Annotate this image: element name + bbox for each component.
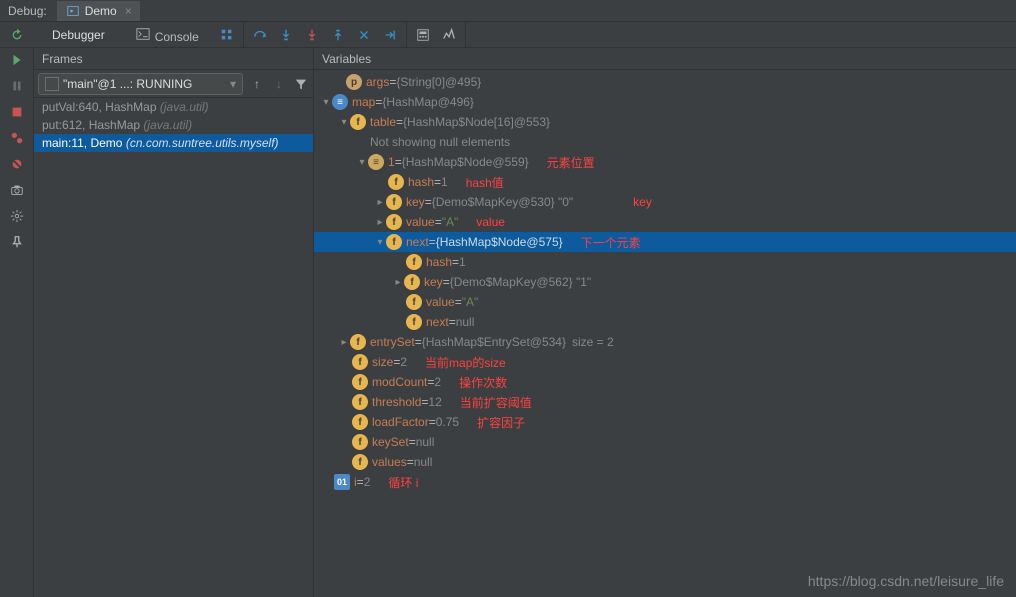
chevron-down-icon: ▾	[230, 77, 236, 91]
collapse-icon[interactable]: ▾	[338, 117, 350, 128]
resume-icon[interactable]	[9, 52, 25, 68]
var-row[interactable]: pargs = {String[0]@495}	[314, 72, 1016, 92]
filter-icon[interactable]	[293, 76, 309, 92]
annotation: 下一个元素	[581, 234, 641, 251]
frame-list: putVal:640, HashMap (java.util) put:612,…	[34, 98, 313, 597]
var-row[interactable]: ▾≡map = {HashMap@496}	[314, 92, 1016, 112]
expand-icon[interactable]: ▸	[374, 197, 386, 208]
expand-icon[interactable]: ▸	[392, 277, 404, 288]
collapse-icon[interactable]: ▾	[374, 237, 386, 248]
pin-icon[interactable]	[9, 234, 25, 250]
debugger-tab[interactable]: Debugger	[42, 24, 115, 46]
frame-item[interactable]: putVal:640, HashMap (java.util)	[34, 98, 313, 116]
step-over-icon[interactable]	[252, 27, 268, 43]
var-row[interactable]: fkeySet = null	[314, 432, 1016, 452]
watermark: https://blog.csdn.net/leisure_life	[808, 573, 1004, 589]
debug-side-toolbar	[0, 48, 34, 597]
var-row[interactable]: ▸fvalue = "A"value	[314, 212, 1016, 232]
var-row[interactable]: fhash = 1	[314, 252, 1016, 272]
variables-tree: pargs = {String[0]@495} ▾≡map = {HashMap…	[314, 70, 1016, 597]
var-row[interactable]: fvalue = "A"	[314, 292, 1016, 312]
debug-toolbar: Debugger Console	[0, 22, 1016, 48]
force-step-into-icon[interactable]	[304, 27, 320, 43]
annotation: 当前扩容阈值	[460, 394, 532, 411]
var-row[interactable]: fvalues = null	[314, 452, 1016, 472]
variables-header: Variables	[314, 48, 1016, 70]
stop-icon[interactable]	[9, 104, 25, 120]
step-out-icon[interactable]	[330, 27, 346, 43]
var-row[interactable]: fmodCount = 2操作次数	[314, 372, 1016, 392]
next-frame-icon[interactable]: ↓	[271, 76, 287, 92]
frame-item[interactable]: put:612, HashMap (java.util)	[34, 116, 313, 134]
var-row[interactable]: ▸fkey = {Demo$MapKey@530} "0"key	[314, 192, 1016, 212]
camera-icon[interactable]	[9, 182, 25, 198]
expand-icon[interactable]: ▸	[338, 337, 350, 348]
annotation: value	[476, 215, 505, 229]
var-row[interactable]: ▸fentrySet = {HashMap$EntrySet@534}size …	[314, 332, 1016, 352]
var-row[interactable]: fhash = 1hash值	[314, 172, 1016, 192]
info-row: Not showing null elements	[314, 132, 1016, 152]
view-breakpoints-icon[interactable]	[9, 130, 25, 146]
evaluate-icon[interactable]	[415, 27, 431, 43]
var-row[interactable]: ▸fkey = {Demo$MapKey@562} "1"	[314, 272, 1016, 292]
pause-icon[interactable]	[9, 78, 25, 94]
debug-tab-demo[interactable]: Demo ×	[57, 1, 140, 21]
frame-item[interactable]: main:11, Demo (cn.com.suntree.utils.myse…	[34, 134, 313, 152]
tab-label: Demo	[85, 4, 117, 18]
annotation: hash值	[466, 174, 504, 191]
expand-icon[interactable]: ▸	[374, 217, 386, 228]
annotation: 当前map的size	[425, 354, 506, 371]
var-row[interactable]: fnext = null	[314, 312, 1016, 332]
var-row[interactable]: floadFactor = 0.75扩容因子	[314, 412, 1016, 432]
drop-frame-icon[interactable]	[356, 27, 372, 43]
close-icon[interactable]: ×	[125, 4, 132, 18]
annotation: 元素位置	[547, 154, 595, 171]
prev-frame-icon[interactable]: ↑	[249, 76, 265, 92]
console-tab[interactable]: Console	[125, 22, 209, 48]
collapse-icon[interactable]: ▾	[356, 157, 368, 168]
var-row[interactable]: ▾fnext = {HashMap$Node@575}下一个元素	[314, 232, 1016, 252]
thread-selector[interactable]: "main"@1 ...: RUNNING ▾	[38, 73, 243, 95]
settings-icon[interactable]	[9, 208, 25, 224]
console-icon	[135, 26, 151, 42]
step-into-icon[interactable]	[278, 27, 294, 43]
debug-label: Debug:	[8, 4, 47, 18]
frames-pane: Frames "main"@1 ...: RUNNING ▾ ↑ ↓ putVa…	[34, 48, 314, 597]
annotation: 扩容因子	[477, 414, 525, 431]
collapse-icon[interactable]: ▾	[320, 97, 332, 108]
var-row[interactable]: fthreshold = 12当前扩容阈值	[314, 392, 1016, 412]
debug-tab-bar: Debug: Demo ×	[0, 0, 1016, 22]
checkbox-icon	[45, 77, 59, 91]
var-row[interactable]: fsize = 2当前map的size	[314, 352, 1016, 372]
frames-header: Frames	[34, 48, 313, 70]
var-row[interactable]: 01i = 2循环 i	[314, 472, 1016, 492]
mute-breakpoints-icon[interactable]	[9, 156, 25, 172]
annotation: key	[633, 195, 652, 209]
rerun-icon[interactable]	[9, 27, 25, 43]
trace-icon[interactable]	[441, 27, 457, 43]
annotation: 操作次数	[459, 374, 507, 391]
threads-icon[interactable]	[219, 27, 235, 43]
run-icon	[65, 3, 81, 19]
var-row[interactable]: ▾≡1 = {HashMap$Node@559}元素位置	[314, 152, 1016, 172]
var-row[interactable]: ▾ftable = {HashMap$Node[16]@553}	[314, 112, 1016, 132]
thread-label: "main"@1 ...: RUNNING	[63, 77, 226, 91]
variables-pane: Variables pargs = {String[0]@495} ▾≡map …	[314, 48, 1016, 597]
annotation: 循环 i	[388, 474, 418, 491]
run-to-cursor-icon[interactable]	[382, 27, 398, 43]
